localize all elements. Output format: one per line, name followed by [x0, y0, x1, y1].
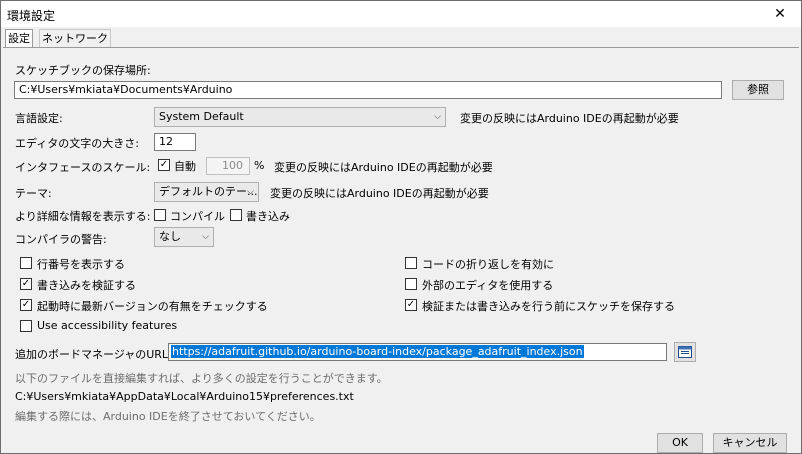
info-text-line1: 以下のファイルを直接編集すれば、より多くの設定を行うことができます。	[15, 372, 388, 385]
language-note: 変更の反映にはArduino IDEの再起動が必要	[460, 112, 679, 125]
theme-label: テーマ:	[15, 187, 52, 200]
verbose-compile-checkbox[interactable]	[154, 209, 166, 221]
checkmark-icon: ✓	[21, 299, 31, 310]
warnings-value: なし	[159, 230, 181, 243]
close-icon: ✕	[774, 6, 786, 22]
font-size-label: エディタの文字の大きさ:	[15, 137, 139, 150]
line-numbers-label: 行番号を表示する	[37, 258, 125, 271]
verbose-upload-checkbox[interactable]	[230, 209, 242, 221]
theme-note: 変更の反映にはArduino IDEの再起動が必要	[270, 187, 489, 200]
ui-scale-auto-checkbox[interactable]: ✓	[158, 159, 170, 171]
checkmark-icon: ✓	[159, 159, 169, 170]
line-numbers-checkbox[interactable]	[20, 257, 32, 269]
info-text-line3: 編集する際には、Arduino IDEを終了させておいてください。	[15, 410, 321, 423]
language-select[interactable]: System Default ⌵	[154, 107, 446, 127]
board-manager-label: 追加のボードマネージャのURL:	[15, 348, 172, 361]
preferences-file-path: C:¥Users¥mkiata¥AppData¥Local¥Arduino15¥…	[15, 390, 354, 403]
tab-settings[interactable]: 設定	[5, 29, 33, 48]
ok-button[interactable]: OK	[657, 433, 703, 453]
browse-button[interactable]: 参照	[732, 80, 784, 100]
verify-upload-label: 書き込みを検証する	[37, 279, 136, 292]
title-bar: 環境設定 ✕	[1, 1, 801, 27]
verify-upload-checkbox[interactable]: ✓	[20, 278, 32, 290]
close-button[interactable]: ✕	[765, 3, 795, 25]
tab-network-label: ネットワーク	[42, 32, 108, 45]
chevron-down-icon: ⌵	[247, 187, 254, 197]
sketchbook-label: スケッチブックの保存場所:	[15, 64, 151, 77]
theme-value: デフォルトのテー...	[159, 185, 258, 198]
verbose-label: より詳細な情報を表示する:	[15, 210, 151, 223]
ui-scale-auto-label: 自動	[174, 160, 196, 173]
checkmark-icon: ✓	[406, 299, 416, 310]
tab-network[interactable]: ネットワーク	[39, 29, 111, 48]
external-editor-label: 外部のエディタを使用する	[422, 279, 554, 292]
ui-scale-spinner[interactable]: 100	[206, 157, 250, 175]
check-updates-label: 起動時に最新バージョンの有無をチェックする	[37, 300, 268, 313]
verbose-compile-label: コンパイル	[170, 210, 225, 223]
checkmark-icon: ✓	[21, 278, 31, 289]
theme-select[interactable]: デフォルトのテー... ⌵	[154, 182, 259, 202]
warnings-label: コンパイラの警告:	[15, 233, 107, 246]
check-updates-checkbox[interactable]: ✓	[20, 299, 32, 311]
code-folding-checkbox[interactable]	[405, 257, 417, 269]
window-list-icon	[678, 346, 692, 358]
language-label: 言語設定:	[15, 112, 63, 125]
ui-scale-value: 100	[222, 159, 243, 172]
chevron-down-icon: ⌵	[202, 232, 209, 242]
ui-scale-note: 変更の反映にはArduino IDEの再起動が必要	[274, 161, 493, 174]
cancel-button[interactable]: キャンセル	[713, 433, 787, 453]
sketchbook-path-field[interactable]: C:¥Users¥mkiata¥Documents¥Arduino	[14, 81, 722, 99]
accessibility-label: Use accessibility features	[37, 319, 178, 332]
font-size-field[interactable]: 12	[154, 133, 196, 151]
verbose-upload-label: 書き込み	[246, 210, 290, 223]
chevron-down-icon: ⌵	[434, 112, 441, 122]
save-on-verify-label: 検証または書き込みを行う前にスケッチを保存する	[422, 300, 675, 313]
warnings-select[interactable]: なし ⌵	[154, 227, 214, 247]
board-manager-edit-button[interactable]	[674, 342, 696, 362]
external-editor-checkbox[interactable]	[405, 278, 417, 290]
ui-scale-unit: %	[254, 159, 265, 172]
window-title: 環境設定	[7, 9, 56, 23]
board-manager-url-field[interactable]: https://adafruit.github.io/arduino-board…	[168, 343, 667, 361]
code-folding-label: コードの折り返しを有効に	[422, 258, 554, 271]
tab-settings-label: 設定	[8, 32, 30, 45]
save-on-verify-checkbox[interactable]: ✓	[405, 299, 417, 311]
ui-scale-label: インタフェースのスケール:	[15, 161, 151, 174]
language-value: System Default	[159, 110, 244, 123]
board-manager-url-text: https://adafruit.github.io/arduino-board…	[171, 345, 584, 358]
accessibility-checkbox[interactable]	[20, 320, 32, 332]
preferences-window: 環境設定 ✕ 設定 ネットワーク スケッチブックの保存場所: C:¥Users¥…	[0, 0, 802, 454]
